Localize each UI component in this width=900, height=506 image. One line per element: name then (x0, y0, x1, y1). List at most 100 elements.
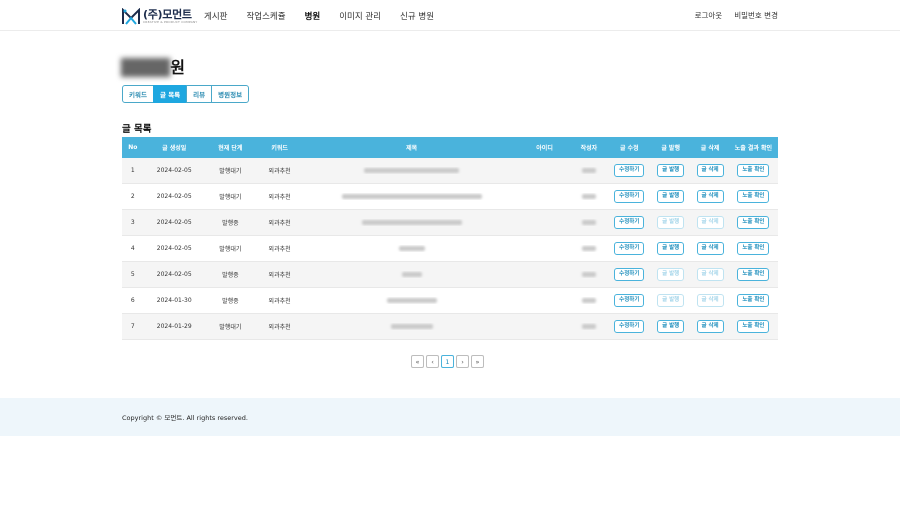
column-header: 제목 (406, 145, 418, 152)
cell-exposure: 노출 확인 (729, 242, 778, 255)
cell-date: 2024-02-05 (156, 193, 192, 200)
column-header: 작성자 (580, 145, 598, 152)
nav-item-board[interactable]: 게시판 (204, 10, 227, 22)
publish-button[interactable]: 글 발행 (657, 242, 685, 255)
table-row: 5 2024-02-05 발행중 외과추천 수정하기 글 발행 글 삭제 노출 확인 (122, 262, 778, 288)
cell-stage: 발행중 (222, 272, 239, 279)
column-header: No (128, 144, 138, 151)
hospital-tabs: 키워드 글 목록 리뷰 병원정보 (122, 85, 250, 103)
cell-stage: 발행대기 (219, 168, 242, 175)
cell-date: 2024-02-05 (156, 245, 192, 252)
exposure-check-button[interactable]: 노출 확인 (737, 320, 770, 333)
nav-item-image-management[interactable]: 이미지 관리 (339, 10, 381, 22)
cell-keyword: 외과추천 (268, 246, 291, 253)
cell-stage: 발행대기 (219, 246, 242, 253)
cell-date: 2024-02-05 (156, 167, 192, 174)
main-nav: 게시판 작업스케쥴 병원 이미지 관리 신규 병원 (204, 0, 453, 31)
delete-button[interactable]: 글 삭제 (696, 268, 724, 281)
exposure-check-button[interactable]: 노출 확인 (737, 216, 770, 229)
next-page-button[interactable]: › (456, 355, 469, 368)
publish-button[interactable]: 글 발행 (657, 320, 685, 333)
cell-edit: 수정하기 (609, 242, 650, 255)
cell-delete: 글 삭제 (691, 164, 728, 177)
cell-keyword: 외과추천 (268, 272, 291, 279)
cell-edit: 수정하기 (609, 216, 650, 229)
column-header: 현재 단계 (218, 145, 243, 152)
delete-button[interactable]: 글 삭제 (696, 164, 724, 177)
exposure-check-button[interactable]: 노출 확인 (737, 190, 770, 203)
cell-stage: 발행중 (222, 220, 239, 227)
cell-publish: 글 발행 (650, 164, 691, 177)
exposure-check-button[interactable]: 노출 확인 (737, 268, 770, 281)
cell-title-redacted[interactable] (303, 271, 520, 278)
cell-title-redacted[interactable] (303, 193, 520, 200)
cell-keyword: 외과추천 (268, 298, 291, 305)
tab-post-list[interactable]: 글 목록 (152, 85, 188, 103)
cell-publish: 글 발행 (650, 294, 691, 307)
edit-button[interactable]: 수정하기 (614, 294, 645, 307)
cell-title-redacted[interactable] (303, 323, 520, 330)
cell-author-redacted (569, 193, 608, 200)
publish-button[interactable]: 글 발행 (657, 294, 685, 307)
delete-button[interactable]: 글 삭제 (696, 242, 724, 255)
cell-date: 2024-02-05 (156, 271, 192, 278)
cell-no: 6 (130, 297, 135, 304)
delete-button[interactable]: 글 삭제 (696, 190, 724, 203)
publish-button[interactable]: 글 발행 (657, 216, 685, 229)
prev-page-button[interactable]: ‹ (426, 355, 439, 368)
table-row: 6 2024-01-30 발행중 외과추천 수정하기 글 발행 글 삭제 노출 확인 (122, 288, 778, 314)
cell-stage: 발행중 (222, 298, 239, 305)
nav-item-schedule[interactable]: 작업스케쥴 (246, 10, 285, 22)
copyright-text: Copyright © 모먼트. All rights reserved. (122, 414, 248, 422)
edit-button[interactable]: 수정하기 (614, 164, 645, 177)
cell-exposure: 노출 확인 (729, 268, 778, 281)
delete-button[interactable]: 글 삭제 (696, 216, 724, 229)
tab-reviews[interactable]: 리뷰 (186, 85, 213, 103)
change-password-link[interactable]: 비밀번호 변경 (734, 10, 778, 21)
publish-button[interactable]: 글 발행 (657, 190, 685, 203)
cell-no: 4 (130, 245, 135, 252)
cell-exposure: 노출 확인 (729, 320, 778, 333)
edit-button[interactable]: 수정하기 (614, 320, 645, 333)
logo[interactable]: (주)모먼트 CREATIVE & PRODUCT COMPANY (122, 7, 197, 25)
cell-no: 7 (130, 323, 135, 330)
nav-item-new-hospital[interactable]: 신규 병원 (400, 10, 434, 22)
exposure-check-button[interactable]: 노출 확인 (737, 294, 770, 307)
section-title: 글 목록 (122, 124, 152, 135)
cell-title-redacted[interactable] (303, 297, 520, 304)
last-page-button[interactable]: » (471, 355, 484, 368)
exposure-check-button[interactable]: 노출 확인 (737, 164, 770, 177)
column-header: 글 발행 (661, 145, 680, 152)
column-header: 키워드 (271, 145, 288, 152)
logout-link[interactable]: 로그아웃 (695, 10, 723, 21)
tab-hospital-info[interactable]: 병원정보 (211, 85, 250, 103)
cell-title-redacted[interactable] (303, 245, 520, 252)
first-page-button[interactable]: « (411, 355, 424, 368)
publish-button[interactable]: 글 발행 (657, 268, 685, 281)
current-page-button[interactable]: 1 (441, 355, 454, 368)
table-row: 2 2024-02-05 발행대기 외과추천 수정하기 글 발행 글 삭제 노출 확인 (122, 184, 778, 210)
cell-delete: 글 삭제 (691, 320, 728, 333)
cell-exposure: 노출 확인 (729, 164, 778, 177)
exposure-check-button[interactable]: 노출 확인 (737, 242, 770, 255)
edit-button[interactable]: 수정하기 (614, 190, 645, 203)
cell-exposure: 노출 확인 (729, 294, 778, 307)
cell-keyword: 외과추천 (268, 220, 291, 227)
edit-button[interactable]: 수정하기 (614, 242, 645, 255)
tab-keywords[interactable]: 키워드 (122, 85, 154, 103)
edit-button[interactable]: 수정하기 (614, 216, 645, 229)
cell-title-redacted[interactable] (303, 219, 520, 226)
header-actions: 로그아웃 비밀번호 변경 (683, 0, 778, 31)
logo-text: (주)모먼트 (143, 7, 192, 21)
publish-button[interactable]: 글 발행 (657, 164, 685, 177)
delete-button[interactable]: 글 삭제 (696, 320, 724, 333)
nav-item-hospital[interactable]: 병원 (305, 10, 321, 22)
cell-date: 2024-01-29 (156, 323, 192, 330)
edit-button[interactable]: 수정하기 (614, 268, 645, 281)
footer: Copyright © 모먼트. All rights reserved. (0, 398, 900, 436)
table-body: 1 2024-02-05 발행대기 외과추천 수정하기 글 발행 글 삭제 노출 확인 2 202… (122, 158, 778, 340)
cell-exposure: 노출 확인 (729, 216, 778, 229)
delete-button[interactable]: 글 삭제 (696, 294, 724, 307)
cell-title-redacted[interactable] (303, 167, 520, 174)
cell-delete: 글 삭제 (691, 190, 728, 203)
